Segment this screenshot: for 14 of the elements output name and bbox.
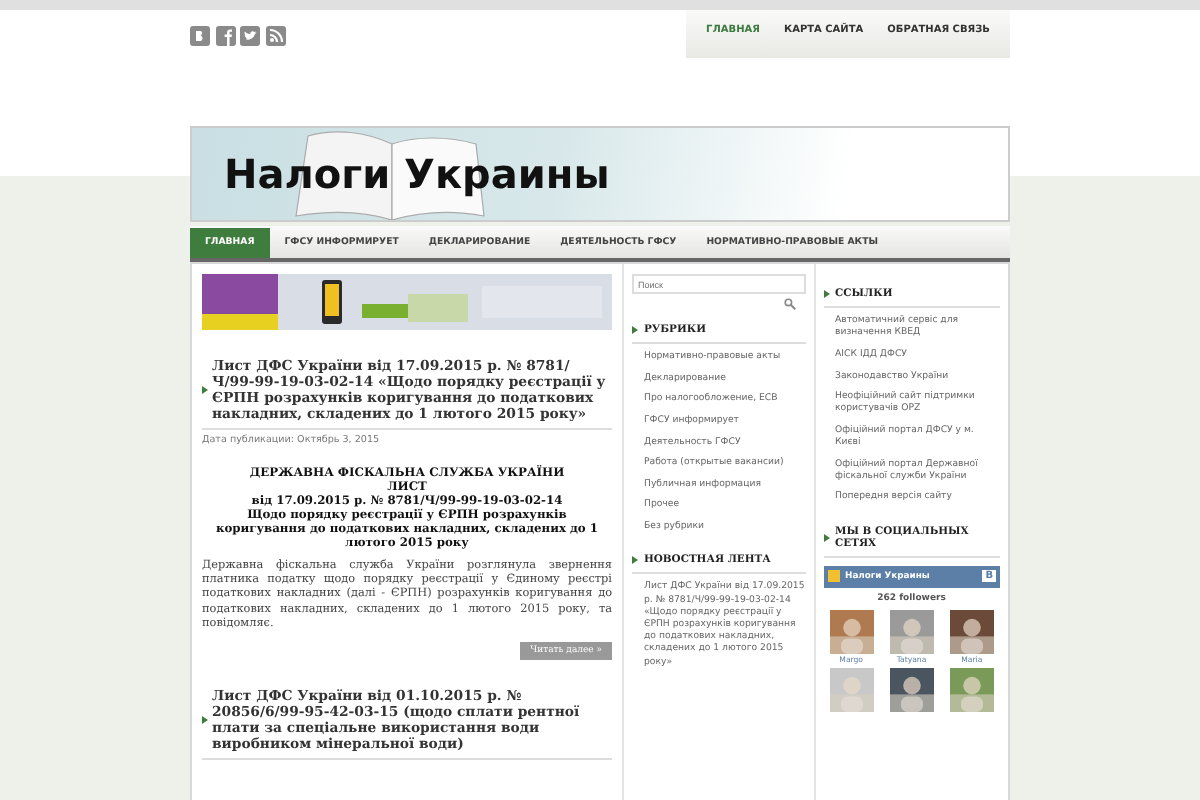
bullet-icon bbox=[202, 386, 208, 394]
rss-icon[interactable] bbox=[265, 26, 285, 46]
banner-title: Налоги Украины bbox=[224, 150, 610, 198]
bullet-icon bbox=[632, 556, 638, 565]
bullet-icon bbox=[202, 716, 208, 725]
bullet-icon bbox=[823, 533, 830, 542]
group-avatar-icon bbox=[827, 570, 840, 583]
bullet-icon bbox=[632, 326, 638, 334]
site-logo[interactable]: Налоги Украины bbox=[224, 128, 610, 220]
facebook-icon[interactable] bbox=[215, 26, 235, 46]
search-icon[interactable] bbox=[784, 298, 796, 310]
vk-icon[interactable] bbox=[190, 26, 210, 46]
bird-icon[interactable] bbox=[240, 26, 260, 46]
bullet-icon bbox=[823, 290, 830, 298]
